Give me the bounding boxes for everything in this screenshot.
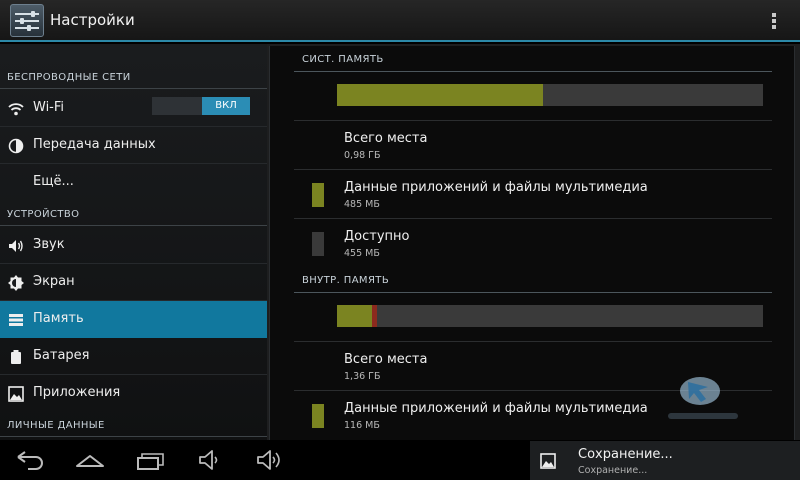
sidebar-item-apps[interactable]: Приложения [0,375,267,412]
wifi-icon [8,103,24,116]
overflow-menu-icon[interactable] [766,11,782,31]
section-header-wireless: БЕСПРОВОДНЫЕ СЕТИ [0,63,267,89]
display-icon [8,275,24,291]
row-title: Всего места [344,352,428,367]
home-icon[interactable] [74,448,106,472]
row-title: Всего места [344,131,428,146]
sidebar-item-label: Ещё... [33,174,74,189]
system-storage-used-segment [337,84,543,106]
section-header-system-storage: СИСТ. ПАМЯТЬ [294,46,772,72]
app-title: Настройки [50,11,135,29]
storage-row-available[interactable]: Доступно 455 МБ [294,218,772,267]
apps-icon [8,386,24,402]
sidebar-item-storage[interactable]: Память [0,301,267,338]
notification-saving[interactable]: Сохранение... Сохранение... [530,441,800,480]
sidebar-item-label: Экран [33,274,75,289]
internal-storage-other-segment [372,305,377,327]
data-usage-icon [8,138,24,154]
battery-icon [11,350,21,364]
row-title: Данные приложений и файлы мультимедиа [344,401,648,416]
wifi-toggle[interactable]: ВКЛ [152,97,250,115]
storage-row-total[interactable]: Всего места 0,98 ГБ [294,120,772,169]
sidebar-item-label: Приложения [33,385,121,400]
system-storage-bar [337,84,763,106]
row-value: 485 МБ [344,199,380,210]
sidebar-item-label: Звук [33,237,65,252]
row-value: 116 МБ [344,420,380,431]
storage-icon [9,314,23,326]
sidebar-item-display[interactable]: Экран [0,264,267,301]
section-header-internal-storage: ВНУТР. ПАМЯТЬ [294,267,772,293]
section-header-personal: ЛИЧНЫЕ ДАННЫЕ [0,411,267,437]
picture-icon [540,453,556,469]
media-color-swatch [312,404,324,428]
recent-apps-icon[interactable] [136,448,166,472]
sound-icon [9,240,23,252]
sidebar-item-more[interactable]: Ещё... [0,164,267,201]
sidebar-item-label: Wi-Fi [33,100,65,115]
row-title: Данные приложений и файлы мультимедиа [344,180,648,195]
storage-row-media[interactable]: Данные приложений и файлы мультимедиа 48… [294,169,772,218]
watermark-logo [668,377,738,419]
settings-sidebar: БЕСПРОВОДНЫЕ СЕТИ Wi-Fi ВКЛ Передача дан… [0,44,267,440]
back-icon[interactable] [14,448,46,472]
section-header-device: УСТРОЙСТВО [0,200,267,226]
sidebar-item-label: Память [33,311,84,326]
volume-down-icon[interactable] [198,448,224,472]
row-value: 0,98 ГБ [344,150,381,161]
sidebar-item-label: Передача данных [33,137,156,152]
sidebar-item-wifi[interactable]: Wi-Fi ВКЛ [0,90,267,127]
media-color-swatch [312,183,324,207]
sidebar-item-battery[interactable]: Батарея [0,338,267,375]
row-title: Доступно [344,229,410,244]
available-color-swatch [312,232,324,256]
sidebar-item-data-usage[interactable]: Передача данных [0,127,267,164]
sidebar-item-sound[interactable]: Звук [0,227,267,264]
volume-up-icon[interactable] [256,448,286,472]
notification-subtitle: Сохранение... [578,465,648,476]
wifi-toggle-on: ВКЛ [202,97,250,115]
action-bar: Настройки [0,0,800,42]
notification-title: Сохранение... [578,447,673,462]
settings-app-icon[interactable] [10,4,44,37]
internal-storage-used-segment [337,305,372,327]
row-value: 455 МБ [344,248,380,259]
internal-storage-bar [337,305,763,327]
row-value: 1,36 ГБ [344,371,381,382]
sidebar-item-label: Батарея [33,348,90,363]
